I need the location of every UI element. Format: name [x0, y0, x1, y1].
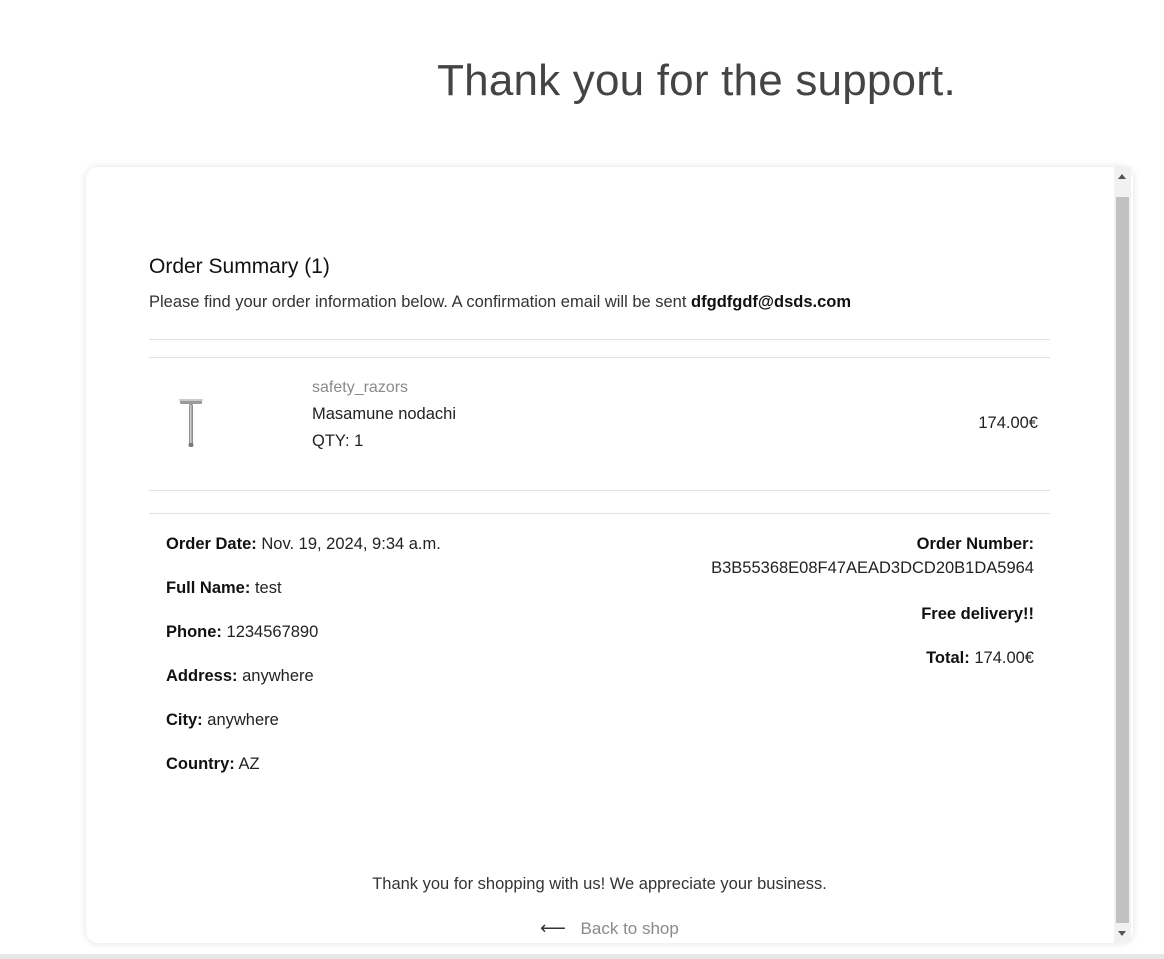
full-name-label: Full Name:	[166, 579, 251, 597]
order-number: Order Number: B3B55368E08F47AEAD3DCD20B1…	[711, 535, 1034, 578]
phone-value: 1234567890	[226, 623, 319, 641]
order-number-label: Order Number:	[916, 535, 1034, 553]
phone-label: Phone:	[166, 623, 222, 641]
scroll-up-icon[interactable]	[1118, 174, 1126, 179]
country: Country: AZ	[166, 755, 260, 774]
full-name: Full Name: test	[166, 579, 282, 598]
arrow-left-icon: ⟵	[540, 918, 566, 938]
order-summary-title: Order Summary (1)	[149, 255, 330, 278]
item-name: Masamune nodachi	[312, 405, 457, 423]
scrollbar[interactable]	[1114, 167, 1131, 943]
order-total: Total: 174.00€	[926, 649, 1034, 668]
city: City: anywhere	[166, 711, 279, 730]
divider	[149, 357, 1050, 358]
address-value: anywhere	[242, 667, 314, 685]
order-number-value: B3B55368E08F47AEAD3DCD20B1DA5964	[711, 559, 1034, 577]
address: Address: anywhere	[166, 667, 314, 686]
order-summary-text: Please find your order information below…	[149, 293, 687, 311]
page-title: Thank you for the support.	[437, 56, 956, 105]
total-value: 174.00€	[974, 649, 1034, 667]
phone: Phone: 1234567890	[166, 623, 318, 642]
divider	[149, 513, 1050, 514]
country-label: Country:	[166, 755, 235, 773]
scroll-down-icon[interactable]	[1118, 931, 1126, 936]
city-label: City:	[166, 711, 203, 729]
full-name-value: test	[254, 579, 282, 597]
order-date-label: Order Date:	[166, 535, 257, 553]
country-value: AZ	[238, 755, 260, 773]
back-to-shop-link[interactable]: ⟵ Back to shop	[540, 918, 679, 939]
back-to-shop-label: Back to shop	[580, 919, 679, 938]
order-date-value: Nov. 19, 2024, 9:34 a.m.	[261, 535, 441, 553]
total-label: Total:	[926, 649, 970, 667]
divider	[149, 339, 1050, 340]
bottom-edge	[0, 954, 1164, 959]
scrollbar-thumb[interactable]	[1116, 197, 1129, 923]
order-summary-subtitle: Please find your order information below…	[149, 293, 851, 312]
delivery-info: Free delivery!!	[921, 605, 1034, 624]
order-card: Order Summary (1) Please find your order…	[86, 167, 1133, 943]
city-value: anywhere	[207, 711, 279, 729]
order-date: Order Date: Nov. 19, 2024, 9:34 a.m.	[166, 535, 441, 554]
item-category: safety_razors	[312, 379, 409, 396]
item-quantity: QTY: 1	[312, 432, 364, 450]
order-card-content: Order Summary (1) Please find your order…	[86, 167, 1116, 943]
address-label: Address:	[166, 667, 238, 685]
free-delivery-text: Free delivery!!	[921, 605, 1034, 623]
confirmation-email: dfgdfgdf@dsds.com	[691, 293, 852, 311]
razor-icon	[179, 399, 203, 447]
thank-you-message: Thank you for shopping with us! We appre…	[372, 875, 827, 893]
divider	[149, 490, 1050, 491]
item-price: 174.00€	[978, 414, 1038, 432]
